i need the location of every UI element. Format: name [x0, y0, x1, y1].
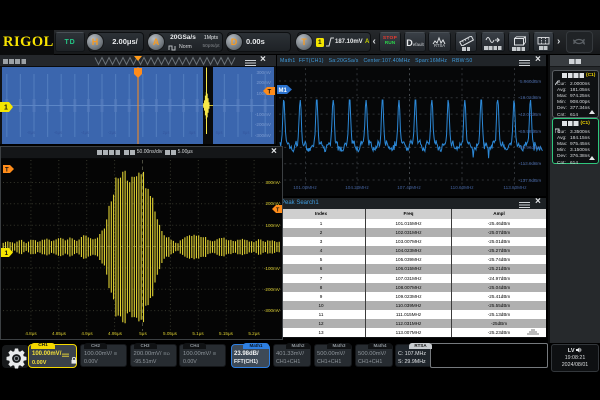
svg-text:T: T	[268, 89, 272, 95]
svg-text:T: T	[5, 168, 9, 174]
svg-text:M1: M1	[279, 88, 288, 94]
svg-text:1: 1	[5, 250, 9, 257]
svg-text:1: 1	[4, 105, 8, 112]
